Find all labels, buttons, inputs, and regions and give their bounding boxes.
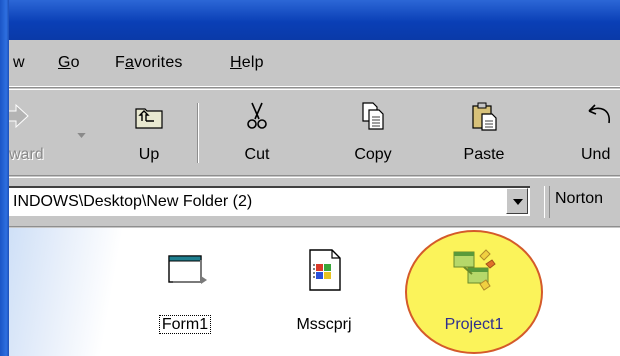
scissors-icon	[247, 102, 267, 129]
copy-button[interactable]: Copy	[333, 89, 413, 176]
undo-icon	[588, 104, 610, 124]
copy-icon	[362, 102, 384, 130]
menu-view[interactable]: w	[13, 54, 25, 72]
folder-view: Form1 Msscprj Project1	[9, 228, 620, 356]
undo-button[interactable]: Und	[569, 89, 620, 176]
menu-favorites-f: F	[115, 54, 125, 71]
menu-go-mnemonic: G	[58, 54, 71, 71]
file-label-mssccprj: Msscprj	[296, 316, 352, 333]
cut-button[interactable]: Cut	[217, 89, 297, 176]
ms-document-icon	[309, 249, 341, 291]
menu-go[interactable]: Go	[58, 54, 80, 72]
up-button[interactable]: Up	[111, 89, 187, 176]
address-bar: INDOWS\Desktop\New Folder (2) Norton	[9, 177, 620, 227]
menu-help-rest: elp	[241, 54, 264, 71]
up-label: Up	[138, 146, 160, 163]
project-file-icon	[453, 249, 496, 291]
forward-dropdown[interactable]	[73, 89, 89, 176]
copy-label: Copy	[354, 146, 392, 163]
address-dropdown-button[interactable]	[506, 188, 528, 214]
menu-help-mnemonic: H	[230, 54, 242, 71]
form-file-icon	[168, 255, 207, 284]
background-wash	[9, 228, 139, 356]
standard-toolbar: ward Up Cut Copy Paste Und	[4, 89, 620, 176]
file-label-project1: Project1	[444, 316, 504, 333]
file-label-form1: Form1	[158, 315, 212, 334]
dropdown-arrow-icon	[77, 133, 86, 138]
forward-label: ward	[9, 146, 44, 163]
paste-label: Paste	[463, 146, 505, 163]
cut-label: Cut	[244, 146, 270, 163]
menu-favorites-rest: vorites	[134, 54, 183, 71]
norton-toolbar-label[interactable]: Norton	[555, 190, 603, 208]
paste-button[interactable]: Paste	[444, 89, 524, 176]
title-bar	[0, 0, 620, 40]
up-folder-icon	[135, 108, 163, 129]
paste-icon	[472, 102, 497, 131]
menu-help[interactable]: Help	[230, 54, 264, 72]
forward-button[interactable]: ward	[4, 89, 69, 176]
address-input[interactable]: INDOWS\Desktop\New Folder (2)	[9, 186, 530, 216]
menu-go-rest: o	[70, 54, 80, 71]
menu-bar: w Go Favorites Help	[9, 40, 620, 88]
toolbar-separator	[197, 103, 199, 163]
file-item-mssccprj[interactable]: Msscprj	[269, 228, 379, 356]
window-left-edge	[0, 0, 9, 356]
file-item-project1[interactable]: Project1	[419, 228, 529, 356]
menu-favorites[interactable]: Favorites	[115, 54, 183, 72]
undo-label: Und	[581, 146, 611, 163]
file-item-form1[interactable]: Form1	[130, 228, 240, 356]
links-toolbar-grip[interactable]	[544, 186, 550, 218]
menu-favorites-mnemonic: a	[124, 54, 135, 71]
